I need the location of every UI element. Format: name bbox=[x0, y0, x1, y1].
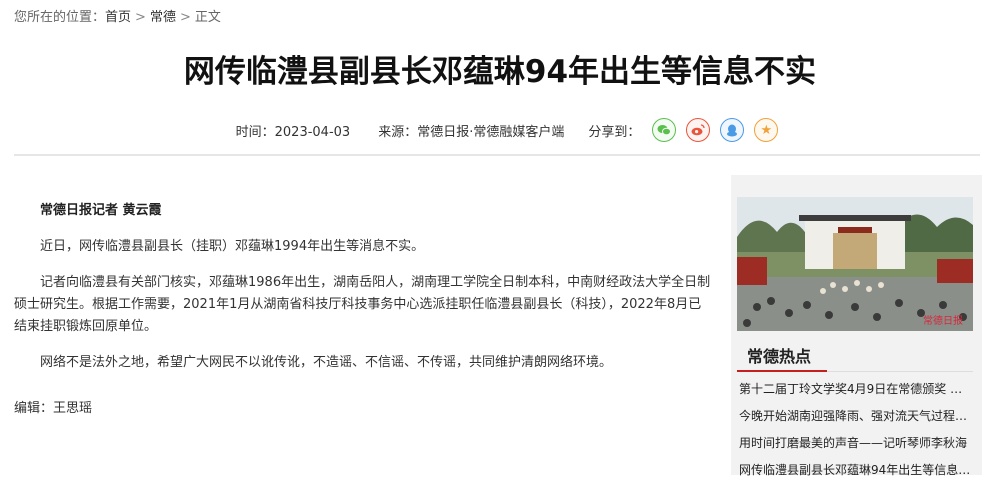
article-reporter: 常德日报记者 黄云霞 bbox=[40, 203, 162, 218]
time-label: 时间： bbox=[235, 124, 275, 140]
breadcrumb-separator: > bbox=[135, 10, 146, 25]
hot-news-list: 第十二届丁玲文学奖4月9日在常德颁奖 看看... 今晚开始湖南迎强降雨、强对流天… bbox=[739, 376, 971, 484]
breadcrumb-home-link[interactable]: 首页 bbox=[105, 10, 131, 25]
favorite-icon[interactable]: ★ bbox=[754, 118, 779, 142]
article-title: 网传临澧县副县长邓蕴琳94年出生等信息不实 bbox=[183, 54, 817, 90]
hot-news-sidebar: 常德日报 常德热点 第十二届丁玲文学奖4月9日在常德颁奖 看看... 今晚开始湖… bbox=[731, 175, 982, 477]
share-label: 分享到： bbox=[588, 124, 641, 140]
wechat-icon[interactable] bbox=[652, 118, 677, 142]
title-divider bbox=[14, 154, 980, 156]
article-meta: 时间：2023-04-03 来源：常德日报·常德融媒客户端 分享到： ★ bbox=[0, 118, 1000, 142]
source-label: 来源： bbox=[378, 124, 418, 140]
breadcrumb-separator: > bbox=[179, 10, 191, 25]
breadcrumb: 您所在的位置：首页 > 常德 > 正文 bbox=[14, 6, 221, 25]
article-editor: 编辑：王思瑶 bbox=[14, 401, 93, 416]
hot-news-heading: 常德热点 bbox=[747, 347, 812, 366]
weibo-icon[interactable] bbox=[686, 118, 711, 142]
hot-news-item[interactable]: 第十二届丁玲文学奖4月9日在常德颁奖 看看... bbox=[739, 376, 971, 403]
hot-news-image[interactable]: 常德日报 bbox=[737, 197, 973, 331]
article-paragraph: 网络不是法外之地，希望广大网民不以讹传讹，不造谣、不信谣、不传谣，共同维护清朗网… bbox=[40, 355, 613, 370]
breadcrumb-prefix: 您所在的位置： bbox=[14, 10, 106, 25]
image-watermark: 常德日报 bbox=[923, 314, 963, 327]
breadcrumb-current: 正文 bbox=[194, 10, 221, 25]
qq-icon[interactable] bbox=[720, 118, 745, 142]
article-source: 来源：常德日报·常德融媒客户端 bbox=[378, 121, 564, 140]
hot-news-item[interactable]: 用时间打磨最美的声音——记听琴师李秋海 bbox=[739, 430, 971, 457]
breadcrumb-section-link[interactable]: 常德 bbox=[150, 10, 176, 25]
source-value: 常德日报·常德融媒客户端 bbox=[417, 124, 565, 140]
article-paragraph: 记者向临澧县有关部门核实，邓蕴琳1986年出生，湖南岳阳人，湖南理工学院全日制本… bbox=[14, 275, 711, 334]
hot-news-accent-line bbox=[737, 370, 827, 372]
time-value: 2023-04-03 bbox=[274, 124, 351, 140]
hot-news-item[interactable]: 网传临澧县副县长邓蕴琳94年出生等信息不实 bbox=[739, 457, 971, 484]
article-body: 常德日报记者 黄云霞 近日，网传临澧县副县长（挂职）邓蕴琳1994年出生等消息不… bbox=[14, 200, 714, 434]
hot-news-item[interactable]: 今晚开始湖南迎强降雨、强对流天气过程！... bbox=[739, 403, 971, 430]
article-paragraph: 近日，网传临澧县副县长（挂职）邓蕴琳1994年出生等消息不实。 bbox=[40, 239, 425, 254]
share-buttons: ★ bbox=[652, 118, 779, 142]
publish-time: 时间：2023-04-03 bbox=[236, 121, 351, 140]
